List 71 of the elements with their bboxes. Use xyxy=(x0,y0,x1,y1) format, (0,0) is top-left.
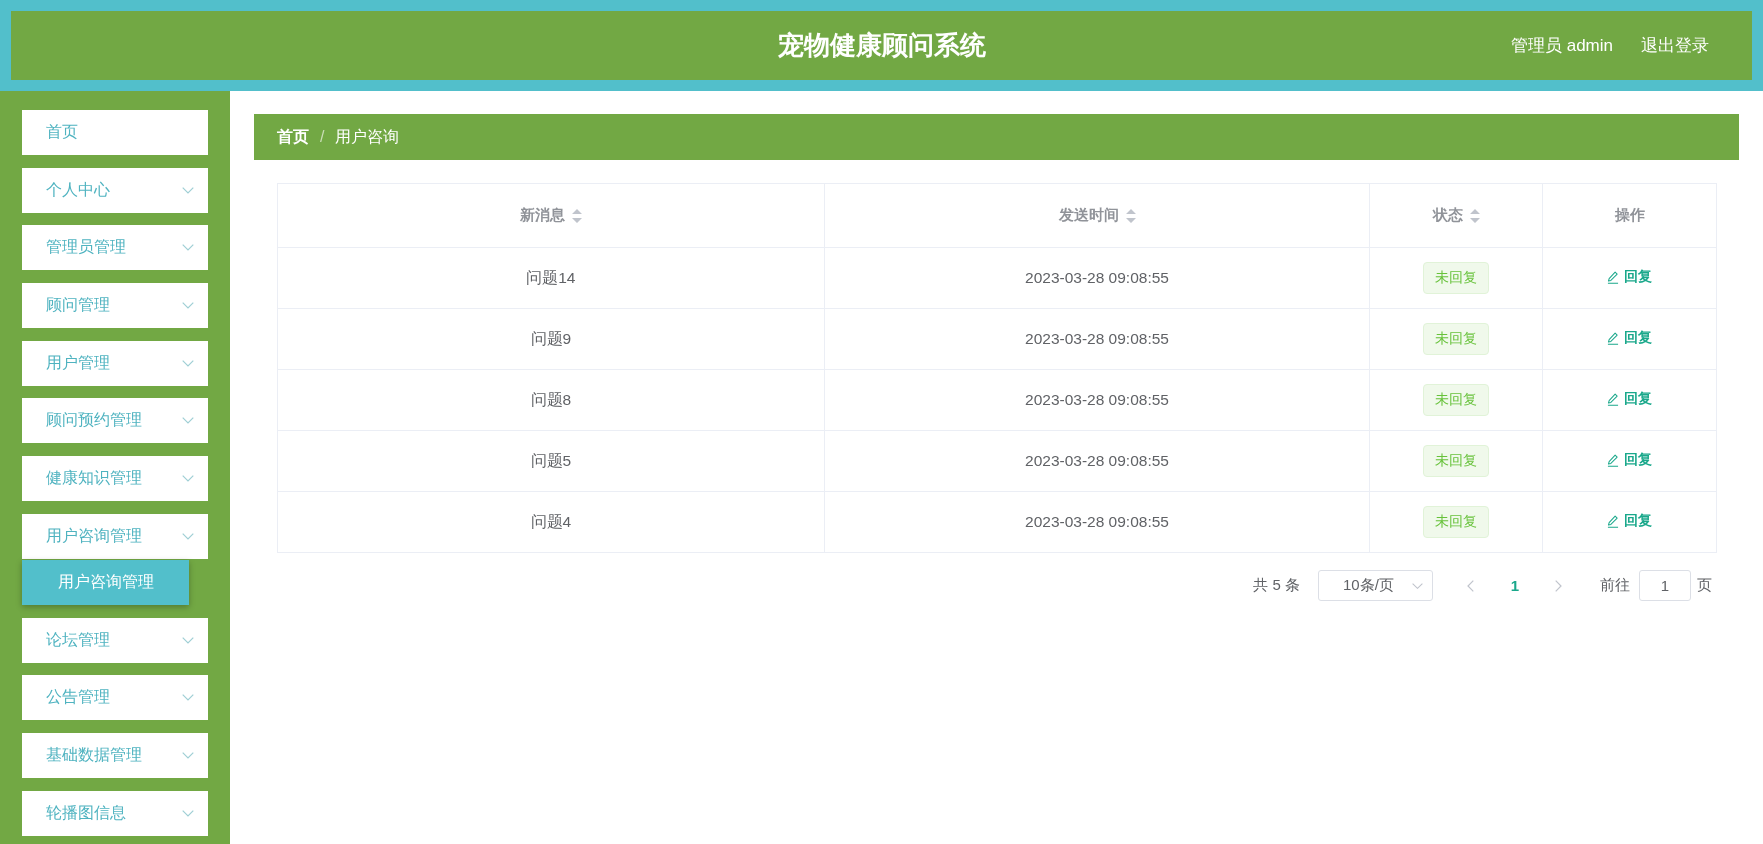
table-cell: 问题5 xyxy=(277,430,825,492)
sidebar-menu-item[interactable]: 健康知识管理 xyxy=(22,456,208,502)
chevron-down-icon xyxy=(182,532,194,540)
sidebar-menu-item[interactable]: 用户咨询管理 xyxy=(22,513,208,559)
chevron-left-icon xyxy=(1466,579,1474,592)
pencil-icon xyxy=(1607,392,1620,406)
chevron-down-icon xyxy=(182,636,194,644)
table-cell: 2023-03-28 09:08:55 xyxy=(824,369,1370,431)
sidebar-menu-item[interactable]: 顾问预约管理 xyxy=(22,398,208,444)
chevron-down-icon xyxy=(182,809,194,817)
pencil-icon xyxy=(1607,514,1620,528)
sort-icon[interactable] xyxy=(1125,208,1136,223)
chevron-down-icon xyxy=(182,186,194,194)
chevron-down-icon xyxy=(182,359,194,367)
sidebar-menu-item[interactable]: 基础数据管理 xyxy=(22,732,208,778)
chevron-down-icon xyxy=(182,417,194,425)
goto-page-field[interactable]: 1 xyxy=(1639,570,1691,601)
chevron-down-icon xyxy=(182,694,194,702)
page-size-select[interactable]: 10条/页 xyxy=(1318,570,1433,601)
reply-button[interactable]: 回复 xyxy=(1607,390,1653,409)
user-name: 管理员 admin xyxy=(1510,35,1613,57)
sidebar-menu-item[interactable]: 顾问管理 xyxy=(22,283,208,329)
logout-link[interactable]: 退出登录 xyxy=(1641,34,1709,57)
chevron-down-icon xyxy=(182,475,194,483)
sidebar-menu-item[interactable]: 论坛管理 xyxy=(22,617,208,663)
table-cell: 问题9 xyxy=(277,308,825,370)
reply-button[interactable]: 回复 xyxy=(1607,451,1653,470)
goto-label: 前往 xyxy=(1600,576,1630,595)
breadcrumb-link[interactable]: 首页 xyxy=(277,126,309,148)
app-title: 宠物健康顾问系统 xyxy=(777,29,986,62)
table-cell: 问题4 xyxy=(277,491,825,553)
chevron-right-icon xyxy=(1554,579,1562,592)
breadcrumb-separator: / xyxy=(320,128,325,146)
sidebar-menu-item[interactable]: 公告管理 xyxy=(22,675,208,721)
goto-suffix: 页 xyxy=(1697,576,1712,595)
table-cell: 2023-03-28 09:08:55 xyxy=(824,308,1370,370)
status-tag: 未回复 xyxy=(1423,384,1490,416)
reply-button[interactable]: 回复 xyxy=(1607,268,1653,287)
status-tag: 未回复 xyxy=(1423,262,1490,294)
sort-icon[interactable] xyxy=(571,208,582,223)
chevron-down-icon xyxy=(1412,582,1423,589)
status-tag: 未回复 xyxy=(1423,445,1490,477)
sort-icon[interactable] xyxy=(1469,208,1480,223)
column-header[interactable]: 状态 xyxy=(1432,206,1463,225)
reply-button[interactable]: 回复 xyxy=(1607,512,1653,531)
column-header[interactable]: 新消息 xyxy=(519,206,565,225)
status-tag: 未回复 xyxy=(1423,323,1490,355)
reply-button[interactable]: 回复 xyxy=(1607,329,1653,348)
sidebar-menu-item[interactable]: 管理员管理 xyxy=(22,225,208,271)
pagination-total: 共 5 条 xyxy=(1253,576,1300,595)
column-header[interactable]: 发送时间 xyxy=(1058,206,1119,225)
sidebar-menu-item[interactable]: 首页 xyxy=(22,110,208,155)
sidebar-menu-item[interactable]: 个人中心 xyxy=(22,167,208,213)
sidebar-menu-item[interactable]: 轮播图信息 xyxy=(22,790,208,836)
pencil-icon xyxy=(1607,453,1620,467)
table-cell: 2023-03-28 09:08:55 xyxy=(824,430,1370,492)
pencil-icon xyxy=(1607,270,1620,284)
table-cell: 问题14 xyxy=(277,247,825,309)
chevron-down-icon xyxy=(182,244,194,252)
sidebar-submenu-item[interactable]: 用户咨询管理 xyxy=(22,559,189,605)
breadcrumb-current: 用户咨询 xyxy=(335,126,400,147)
chevron-down-icon xyxy=(182,751,194,759)
table-cell: 问题8 xyxy=(277,369,825,431)
pencil-icon xyxy=(1607,331,1620,345)
column-header: 操作 xyxy=(1614,206,1645,225)
page-number[interactable]: 1 xyxy=(1500,570,1530,601)
table-cell: 2023-03-28 09:08:55 xyxy=(824,491,1370,553)
sidebar-menu-item[interactable]: 用户管理 xyxy=(22,340,208,386)
table-cell: 2023-03-28 09:08:55 xyxy=(824,247,1370,309)
status-tag: 未回复 xyxy=(1423,506,1490,538)
chevron-down-icon xyxy=(182,302,194,310)
